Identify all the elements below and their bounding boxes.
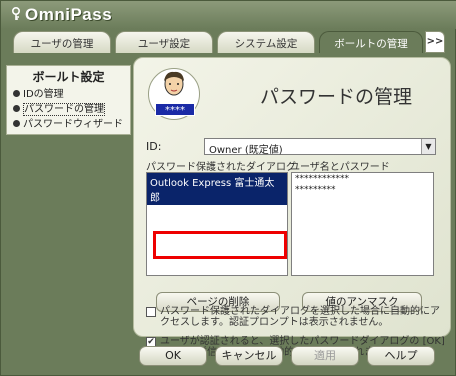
tab-bar: ユーザの管理 ユーザ設定 システム設定 ボールトの管理	[11, 31, 451, 53]
cancel-button[interactable]: キャンセル	[215, 346, 283, 366]
key-icon	[12, 7, 20, 20]
person-icon	[164, 71, 184, 96]
tab-user-management[interactable]: ユーザの管理	[13, 31, 111, 53]
omnipass-window: OmniPass ユーザの管理 ユーザ設定 システム設定 ボールトの管理 >> …	[0, 0, 456, 376]
delete-button-highlight	[153, 231, 287, 259]
sidebar-item-password-management[interactable]: パスワードの管理	[13, 100, 105, 116]
bullet-icon	[13, 105, 20, 112]
app-title: OmniPass	[11, 5, 112, 25]
list-item[interactable]: Outlook Express 富士通太郎	[147, 173, 287, 205]
auto-access-checkbox[interactable]	[146, 307, 156, 317]
credentials-list[interactable]: ************ *********	[291, 172, 434, 276]
credentials-label: ユーザ名とパスワード	[290, 162, 390, 173]
dialog-button-bar: OK キャンセル 適用 ヘルプ	[133, 343, 451, 369]
tab-more-button[interactable]: >>	[425, 31, 445, 53]
id-label: ID:	[146, 140, 162, 153]
chevron-down-icon[interactable]: ▼	[421, 139, 435, 154]
page-title: パスワードの管理	[260, 86, 413, 108]
help-button[interactable]: ヘルプ	[367, 346, 435, 366]
auto-access-label: パスワード保護されたダイアログを選択した場合に自動的にアクセスします。認証プロン…	[160, 306, 440, 328]
dialog-list[interactable]: Outlook Express 富士通太郎	[146, 172, 288, 276]
bullet-icon	[13, 90, 20, 97]
sidebar-title: ボールト設定	[32, 70, 105, 84]
id-dropdown-value: Owner (既定値)	[209, 145, 283, 156]
auto-access-option: パスワード保護されたダイアログを選択した場合に自動的にアクセスします。認証プロン…	[146, 306, 446, 328]
password-badge: ****	[155, 103, 195, 116]
tab-system-settings[interactable]: システム設定	[217, 31, 315, 53]
id-dropdown[interactable]: Owner (既定値) ▼	[204, 138, 436, 156]
tab-user-settings[interactable]: ユーザ設定	[115, 31, 213, 53]
sidebar-item-password-wizard[interactable]: パスワードウィザード	[13, 115, 123, 130]
content-panel: **** パスワードの管理 ID: Owner (既定値) ▼ パスワード保護さ…	[133, 57, 451, 358]
title-bar: OmniPass	[1, 1, 456, 29]
apply-button[interactable]: 適用	[291, 346, 359, 366]
list-item[interactable]: ************	[295, 174, 430, 185]
ok-button[interactable]: OK	[139, 346, 207, 366]
sidebar-item-id-management[interactable]: IDの管理	[13, 85, 64, 100]
app-title-text: OmniPass	[25, 5, 113, 24]
user-avatar-icon: ****	[148, 68, 200, 120]
list-item[interactable]: *********	[295, 185, 430, 196]
dialogs-label: パスワード保護されたダイアログ	[146, 162, 296, 173]
sidebar: ボールト設定 IDの管理 パスワードの管理 パスワードウィザード	[6, 65, 131, 135]
tab-vault-management[interactable]: ボールトの管理	[319, 31, 423, 53]
bullet-icon	[13, 120, 20, 127]
